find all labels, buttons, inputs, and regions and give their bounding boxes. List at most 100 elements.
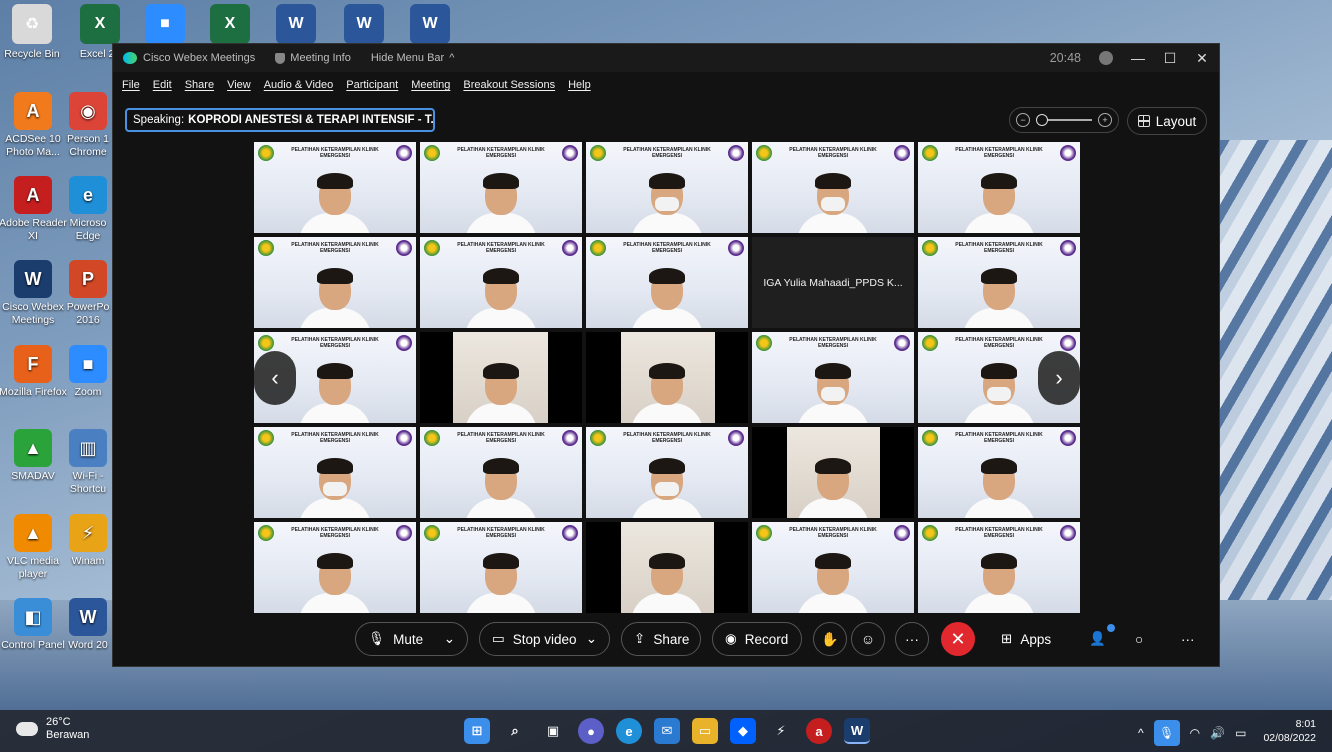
university-seal-icon xyxy=(396,145,412,161)
participant-video-tile[interactable]: PELATIHAN KETERAMPILAN KLINIK EMERGENSI xyxy=(254,142,416,233)
word-file-1-icon[interactable]: W xyxy=(276,4,316,44)
menu-view[interactable]: View xyxy=(227,79,251,91)
desktop-icon-col2-0[interactable]: ◉ Person 1 Chrome xyxy=(62,92,114,159)
search-icon[interactable]: ⌕ xyxy=(502,718,528,744)
desktop-icon-col2-5[interactable]: ⚡ Winam xyxy=(62,514,114,568)
start-icon[interactable]: ⊞ xyxy=(464,718,490,744)
desktop-icon-0[interactable]: A ACDSee 10 Photo Ma... xyxy=(0,92,69,159)
hide-menu-bar-button[interactable]: Hide Menu Bar ^ xyxy=(371,52,455,64)
menu-breakout-sessions[interactable]: Breakout Sessions xyxy=(463,79,555,91)
next-page-button[interactable]: › xyxy=(1038,351,1080,405)
participant-video-tile[interactable] xyxy=(752,427,914,518)
apps-button[interactable]: ⊞ Apps xyxy=(1001,622,1051,656)
volume-icon[interactable]: 🔊 xyxy=(1210,726,1225,740)
reactions-button[interactable]: ☺ xyxy=(851,622,885,656)
desktop-icon-5[interactable]: ▲ VLC media player xyxy=(0,514,69,581)
participant-video-tile[interactable]: PELATIHAN KETERAMPILAN KLINIK EMERGENSI xyxy=(752,332,914,423)
mail-icon[interactable]: ✉ xyxy=(654,718,680,744)
end-meeting-button[interactable]: ✕ xyxy=(941,622,975,656)
participant-video-tile[interactable]: PELATIHAN KETERAMPILAN KLINIK EMERGENSI xyxy=(918,427,1080,518)
zoom-slider[interactable] xyxy=(1036,114,1092,126)
menu-file[interactable]: File xyxy=(122,79,140,91)
participant-video-tile[interactable] xyxy=(586,522,748,613)
clock[interactable]: 8:01 02/08/2022 xyxy=(1263,717,1316,745)
participant-video-tile[interactable]: PELATIHAN KETERAMPILAN KLINIK EMERGENSI xyxy=(420,427,582,518)
chat-teams-icon[interactable]: ● xyxy=(578,718,604,744)
record-button[interactable]: ◉ Record xyxy=(712,622,802,656)
participant-video-tile[interactable]: PELATIHAN KETERAMPILAN KLINIK EMERGENSI xyxy=(918,142,1080,233)
participant-video-tile[interactable]: PELATIHAN KETERAMPILAN KLINIK EMERGENSI xyxy=(752,522,914,613)
desktop-icon-3[interactable]: F Mozilla Firefox xyxy=(0,345,69,399)
chevron-down-icon[interactable]: ⌄ xyxy=(586,631,597,647)
excel-icon[interactable]: X xyxy=(80,4,120,44)
menu-meeting[interactable]: Meeting xyxy=(411,79,450,91)
participant-video-tile[interactable]: PELATIHAN KETERAMPILAN KLINIK EMERGENSI xyxy=(420,237,582,328)
overflow-button[interactable]: ··· xyxy=(1181,622,1195,656)
participant-video-tile[interactable]: PELATIHAN KETERAMPILAN KLINIK EMERGENSI xyxy=(254,427,416,518)
desktop-icon-col2-3[interactable]: ■ Zoom xyxy=(62,345,114,399)
dropbox-icon[interactable]: ◆ xyxy=(730,718,756,744)
menu-participant[interactable]: Participant xyxy=(346,79,398,91)
stop-video-button[interactable]: ▭ Stop video ⌄ xyxy=(479,622,610,656)
zoom-out-icon[interactable]: − xyxy=(1016,113,1030,127)
participants-button[interactable]: 👤 xyxy=(1089,622,1106,656)
participant-video-tile[interactable]: PELATIHAN KETERAMPILAN KLINIK EMERGENSI xyxy=(586,142,748,233)
mute-button[interactable]: 🎙 Mute ⌄ xyxy=(355,622,468,656)
minimize-button[interactable]: — xyxy=(1131,50,1145,66)
participant-video-tile[interactable]: PELATIHAN KETERAMPILAN KLINIK EMERGENSI xyxy=(918,522,1080,613)
signal-icon[interactable] xyxy=(1099,51,1113,65)
excel-file-icon[interactable]: X xyxy=(210,4,250,44)
zoom-slider-thumb[interactable] xyxy=(1036,114,1048,126)
battery-icon[interactable]: ▭ xyxy=(1235,726,1246,740)
participant-name-tile[interactable]: IGA Yulia Mahaadi_PPDS K... xyxy=(752,237,914,328)
active-speaker-indicator[interactable]: Speaking: KOPRODI ANESTESI & TERAPI INTE… xyxy=(125,108,435,132)
word-file-3-icon[interactable]: W xyxy=(410,4,450,44)
participant-video-tile[interactable]: PELATIHAN KETERAMPILAN KLINIK EMERGENSI xyxy=(420,522,582,613)
participant-video-tile[interactable]: PELATIHAN KETERAMPILAN KLINIK EMERGENSI xyxy=(586,237,748,328)
raise-hand-button[interactable]: ✋ xyxy=(813,622,847,656)
webex-taskbar-icon[interactable]: W xyxy=(844,718,870,744)
desktop-icon-4[interactable]: ▲ SMADAV xyxy=(0,429,69,483)
participant-video-tile[interactable]: PELATIHAN KETERAMPILAN KLINIK EMERGENSI xyxy=(586,427,748,518)
chevron-down-icon[interactable]: ⌄ xyxy=(444,631,455,647)
menu-audio-video[interactable]: Audio & Video xyxy=(264,79,334,91)
close-button[interactable]: ✕ xyxy=(1195,50,1209,67)
participant-video-tile[interactable]: PELATIHAN KETERAMPILAN KLINIK EMERGENSI xyxy=(420,142,582,233)
desktop-icon-col2-1[interactable]: e Microso Edge xyxy=(62,176,114,243)
chat-button[interactable]: ○ xyxy=(1135,622,1143,656)
participant-video-tile[interactable]: PELATIHAN KETERAMPILAN KLINIK EMERGENSI xyxy=(254,522,416,613)
desktop-icon-col2-6[interactable]: W Word 20 xyxy=(62,598,114,652)
desktop-icon-col2-4[interactable]: ▥ Wi-Fi - Shortcu xyxy=(62,429,114,496)
participant-video-tile[interactable]: PELATIHAN KETERAMPILAN KLINIK EMERGENSI xyxy=(918,237,1080,328)
menu-share[interactable]: Share xyxy=(185,79,214,91)
desktop-icon-col2-2[interactable]: P PowerPo 2016 xyxy=(62,260,114,327)
edge-icon[interactable]: e xyxy=(616,718,642,744)
participant-video-tile[interactable] xyxy=(420,332,582,423)
zoom-in-icon[interactable]: + xyxy=(1098,113,1112,127)
desktop-icon-2[interactable]: W Cisco Webex Meetings xyxy=(0,260,69,327)
zoom-icon[interactable]: ■ xyxy=(145,4,185,44)
file-explorer-icon[interactable]: ▭ xyxy=(692,718,718,744)
chevron-up-icon[interactable]: ^ xyxy=(1138,726,1144,740)
recycle-bin-icon[interactable]: ♻ xyxy=(12,4,52,44)
weather-widget[interactable]: 26°C Berawan xyxy=(16,716,89,742)
participant-video-tile[interactable]: PELATIHAN KETERAMPILAN KLINIK EMERGENSI xyxy=(752,142,914,233)
word-file-2-icon[interactable]: W xyxy=(344,4,384,44)
task-view-icon[interactable]: ▣ xyxy=(540,718,566,744)
maximize-button[interactable]: ☐ xyxy=(1163,50,1177,67)
participant-video-tile[interactable]: PELATIHAN KETERAMPILAN KLINIK EMERGENSI xyxy=(254,237,416,328)
meeting-info-button[interactable]: Meeting Info xyxy=(275,52,351,64)
menu-help[interactable]: Help xyxy=(568,79,591,91)
participant-video-tile[interactable] xyxy=(586,332,748,423)
desktop-icon-1[interactable]: A Adobe Reader XI xyxy=(0,176,69,243)
menu-edit[interactable]: Edit xyxy=(153,79,172,91)
layout-button[interactable]: Layout xyxy=(1127,107,1207,135)
wifi-icon[interactable]: ◠ xyxy=(1190,726,1200,740)
winamp-icon[interactable]: ⚡ xyxy=(768,718,794,744)
microphone-icon[interactable]: 🎙 xyxy=(1153,720,1180,746)
desktop-icon-6[interactable]: ◧ Control Panel xyxy=(0,598,69,652)
antivirus-icon[interactable]: a xyxy=(806,718,832,744)
more-options-button[interactable]: ··· xyxy=(895,622,929,656)
share-button[interactable]: ⇪ Share xyxy=(621,622,701,656)
prev-page-button[interactable]: ‹ xyxy=(254,351,296,405)
